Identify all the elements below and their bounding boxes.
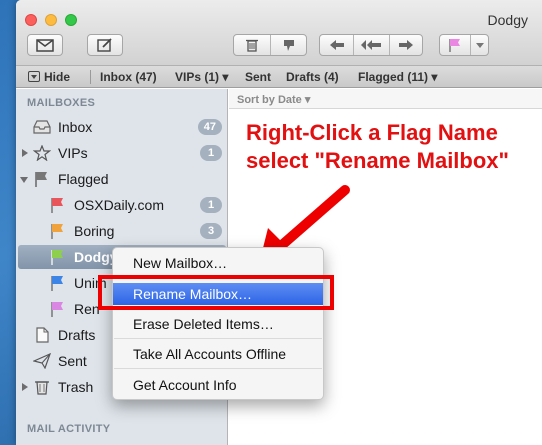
flag-button[interactable] — [439, 34, 489, 56]
unread-badge: 47 — [197, 119, 222, 135]
menu-item-get-account-info[interactable]: Get Account Info — [113, 374, 323, 396]
junk-button[interactable] — [270, 35, 306, 55]
reply-all-icon — [361, 40, 382, 50]
menu-item-new-mailbox[interactable]: New Mailbox… — [113, 252, 323, 274]
trash-icon — [246, 39, 258, 52]
unread-badge: 3 — [200, 223, 222, 239]
menu-separator — [114, 338, 322, 339]
disclosure-triangle-icon[interactable] — [22, 383, 28, 391]
new-message-button[interactable] — [87, 34, 123, 56]
favorite-flagged[interactable]: Flagged (11) ▾ — [358, 70, 437, 84]
disclosure-triangle-icon[interactable] — [20, 177, 28, 183]
reply-group — [319, 34, 423, 56]
divider — [90, 70, 91, 84]
sidebar-item-flagged[interactable]: Flagged — [16, 167, 228, 191]
sidebar-item-label: Trash — [58, 379, 94, 395]
sidebar-item-osxdaily[interactable]: OSXDaily.com 1 — [16, 193, 228, 217]
menu-item-label: Take All Accounts Offline — [133, 346, 287, 362]
sort-by-date-button[interactable]: Sort by Date ▾ — [237, 93, 310, 106]
sidebar-item-label: Flagged — [58, 171, 109, 187]
annotation-line-1: Right-Click a Flag Name — [246, 120, 498, 145]
compose-icon — [36, 38, 54, 52]
close-window-button[interactable] — [25, 14, 37, 26]
zoom-window-button[interactable] — [65, 14, 77, 26]
sidebar-item-label: Drafts — [58, 327, 96, 343]
junk-icon — [283, 40, 294, 51]
chevron-down-icon — [475, 42, 484, 48]
favorite-vips[interactable]: VIPs (1) ▾ — [175, 70, 228, 84]
sidebar-item-vips[interactable]: VIPs 1 — [16, 141, 228, 165]
reply-all-button[interactable] — [353, 35, 388, 55]
window-title: Dodgy — [487, 12, 528, 28]
unread-badge: 1 — [200, 197, 222, 213]
mail-activity-header: MAIL ACTIVITY — [27, 423, 111, 435]
sidebar-item-label: Inbox — [58, 119, 93, 135]
annotation-highlight-box — [98, 275, 334, 310]
favorites-bar: Hide Inbox (47) VIPs (1) ▾ Sent Drafts (… — [16, 66, 542, 88]
flag-icon — [449, 39, 460, 52]
sidebar-item-label: Boring — [74, 223, 115, 239]
trash-icon — [35, 381, 49, 395]
menu-item-label: Erase Deleted Items… — [133, 316, 274, 332]
minimize-window-button[interactable] — [45, 14, 57, 26]
favorite-inbox[interactable]: Inbox (47) — [100, 70, 157, 84]
inbox-tray-icon — [33, 120, 51, 134]
star-icon — [33, 145, 51, 161]
sidebar-item-boring[interactable]: Boring 3 — [16, 219, 228, 243]
delete-button[interactable] — [234, 35, 270, 55]
flag-menu-arrow[interactable] — [470, 35, 488, 55]
favorite-drafts[interactable]: Drafts (4) — [286, 70, 339, 84]
paper-plane-icon — [33, 353, 51, 369]
flag-button-face — [440, 35, 470, 55]
new-note-icon — [97, 38, 112, 52]
menu-item-label: Get Account Info — [133, 377, 237, 393]
menu-separator — [114, 368, 322, 369]
annotation-line-2: select "Rename Mailbox" — [246, 148, 509, 173]
menu-item-erase-deleted[interactable]: Erase Deleted Items… — [113, 313, 323, 335]
green-flag-icon — [51, 250, 63, 265]
get-mail-button[interactable] — [27, 34, 63, 56]
delete-junk-group — [233, 34, 307, 56]
flag-icon — [35, 172, 47, 187]
hide-mailboxes-button[interactable]: Hide — [28, 70, 70, 84]
disclosure-triangle-icon[interactable] — [22, 149, 28, 157]
hide-label: Hide — [44, 70, 71, 84]
pink-flag-icon — [51, 302, 63, 317]
mailboxes-header: MAILBOXES — [27, 97, 96, 109]
sidebar-item-label: VIPs — [58, 145, 88, 161]
unread-badge: 1 — [200, 145, 222, 161]
context-menu: New Mailbox… Rename Mailbox… Erase Delet… — [112, 247, 324, 400]
menu-item-label: New Mailbox… — [133, 255, 228, 271]
sidebar-item-label: OSXDaily.com — [74, 197, 164, 213]
forward-button[interactable] — [388, 35, 422, 55]
forward-icon — [398, 40, 413, 50]
tutorial-annotation: Right-Click a Flag Name select "Rename M… — [246, 119, 542, 175]
title-bar: Dodgy — [16, 0, 542, 66]
reply-icon — [329, 40, 344, 50]
menu-item-take-offline[interactable]: Take All Accounts Offline — [113, 343, 323, 365]
blue-flag-icon — [51, 276, 63, 291]
document-icon — [36, 327, 49, 343]
sidebar-item-inbox[interactable]: Inbox 47 — [16, 115, 228, 139]
red-flag-icon — [51, 198, 63, 213]
sidebar-item-label: Sent — [58, 353, 87, 369]
hide-sidebar-icon — [28, 71, 40, 82]
orange-flag-icon — [51, 224, 63, 239]
favorite-sent[interactable]: Sent — [245, 70, 271, 84]
sort-bar[interactable]: Sort by Date ▾ — [229, 89, 542, 109]
reply-button[interactable] — [320, 35, 353, 55]
sidebar-item-label: Ren — [74, 301, 100, 317]
